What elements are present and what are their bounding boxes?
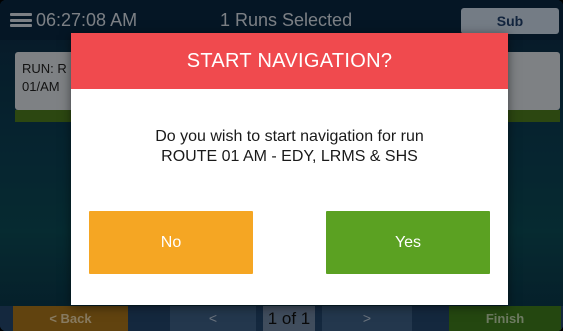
- yes-button[interactable]: Yes: [326, 211, 490, 274]
- no-button[interactable]: No: [89, 211, 253, 274]
- dialog-message: Do you wish to start navigation for run …: [71, 127, 508, 167]
- dialog-message-line-2: ROUTE 01 AM - EDY, LRMS & SHS: [161, 148, 418, 165]
- dialog-title: START NAVIGATION?: [71, 33, 508, 89]
- dialog-message-line-1: Do you wish to start navigation for run: [155, 128, 424, 145]
- app-screen: 06:27:08 AM 1 Runs Selected Sub RUN: R 0…: [0, 0, 563, 331]
- start-navigation-dialog: START NAVIGATION? Do you wish to start n…: [71, 33, 508, 305]
